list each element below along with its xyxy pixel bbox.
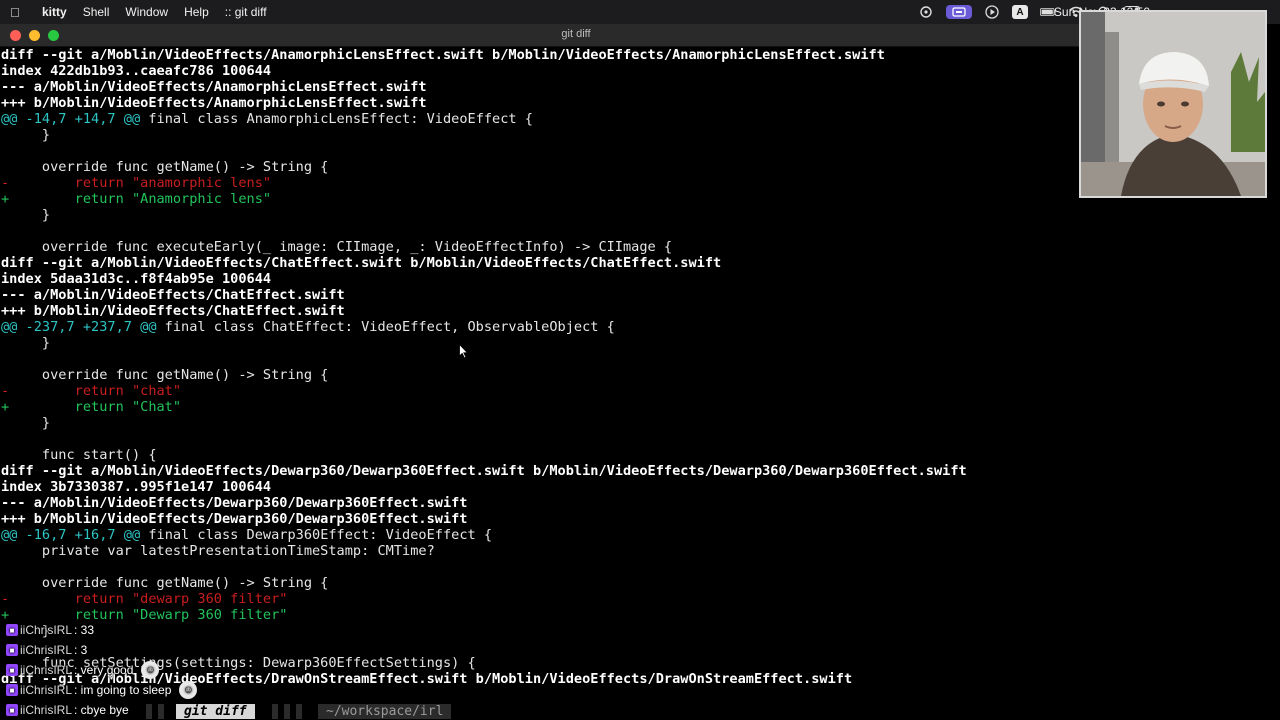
diff-context-line: override func getName() -> String {	[1, 575, 329, 591]
status-separator	[296, 704, 302, 719]
chat-text: : 3	[74, 643, 88, 657]
chat-message: ■ iiChrisIRL: cbye bye	[6, 700, 226, 720]
status-separator	[272, 704, 278, 719]
diff-hunk-header: @@ -16,7 +16,7 @@ final class Dewarp360E…	[0, 527, 1152, 543]
diff-removed-line: - return "anamorphic lens"	[1, 175, 272, 191]
diff-added-line: + return "Chat"	[1, 399, 182, 415]
diff-context-line	[0, 223, 1152, 239]
hunk-range: @@ -14,7 +14,7 @@	[1, 111, 141, 127]
diff-context-line: }	[1, 415, 51, 431]
play-icon[interactable]	[984, 5, 1000, 19]
terminal-output[interactable]: diff --git a/Moblin/VideoEffects/Anamorp…	[0, 47, 1152, 703]
diff-context-line: private var latestPresentationTimeStamp:…	[1, 543, 435, 559]
chat-message: ■ iiChrisIRL: very good ☺	[6, 660, 226, 680]
diff-context-line	[0, 559, 1152, 575]
diff-header-line: +++ b/Moblin/VideoEffects/AnamorphicLens…	[1, 95, 427, 111]
diff-removed-line: - return "chat"	[1, 383, 182, 399]
emote-icon: ☺	[141, 661, 160, 679]
diff-header-line: diff --git a/Moblin/VideoEffects/Anamorp…	[1, 47, 885, 63]
hunk-context: final class Dewarp360Effect: VideoEffect…	[140, 527, 493, 543]
diff-context-line: }	[1, 127, 51, 143]
menu-app-name[interactable]: kitty	[42, 5, 67, 19]
diff-header-line: diff --git a/Moblin/VideoEffects/Dewarp3…	[1, 463, 967, 479]
window-title-bar[interactable]: git diff	[0, 24, 1152, 47]
emote-icon: ☺	[179, 681, 198, 699]
status-separator	[284, 704, 290, 719]
diff-hunk-header: @@ -14,7 +14,7 @@ final class Anamorphic…	[0, 111, 1152, 127]
mouse-cursor-icon	[459, 344, 469, 359]
chat-username: iiChrisIRL	[20, 683, 73, 697]
diff-header-line: +++ b/Moblin/VideoEffects/ChatEffect.swi…	[1, 303, 345, 319]
diff-context-line: override func getName() -> String {	[1, 367, 329, 383]
diff-context-line: }	[1, 335, 51, 351]
chat-text: : very good	[74, 663, 134, 677]
webcam-person-image	[1081, 12, 1265, 196]
diff-header-line: --- a/Moblin/VideoEffects/AnamorphicLens…	[1, 79, 427, 95]
menu-window[interactable]: Window	[125, 5, 168, 19]
diff-header-line: index 5daa31d3c..f8f4ab95e 100644	[1, 271, 272, 287]
diff-context-line: override func executeEarly(_ image: CIIm…	[1, 239, 673, 255]
chat-message: ■ iiChrisIRL: im going to sleep ☺	[6, 680, 226, 700]
diff-context-line	[0, 431, 1152, 447]
diff-context-line: }	[1, 207, 51, 223]
chat-username: iiChrisIRL	[20, 643, 73, 657]
hunk-context: final class ChatEffect: VideoEffect, Obs…	[156, 319, 615, 335]
chat-username: iiChrisIRL	[20, 623, 73, 637]
chat-text: : im going to sleep	[74, 683, 172, 697]
hunk-range: @@ -16,7 +16,7 @@	[1, 527, 141, 543]
twitch-icon: ■	[6, 644, 18, 656]
tab-workspace-irl[interactable]: ~/workspace/irl	[318, 704, 452, 719]
diff-header-line: index 3b7330387..995f1e147 100644	[1, 479, 272, 495]
diff-header-line: +++ b/Moblin/VideoEffects/Dewarp360/Dewa…	[1, 511, 468, 527]
text-input-icon[interactable]: A	[1012, 5, 1028, 19]
menu-shell[interactable]: Shell	[83, 5, 110, 19]
diff-header-line: --- a/Moblin/VideoEffects/ChatEffect.swi…	[1, 287, 345, 303]
screen-record-icon[interactable]	[946, 5, 972, 19]
diff-context-line: func start() {	[1, 447, 157, 463]
webcam-overlay	[1079, 10, 1267, 198]
twitch-icon: ■	[6, 664, 18, 676]
diff-context-line: override func getName() -> String {	[1, 159, 329, 175]
chat-message: ■ iiChrisIRL: 33	[6, 620, 226, 640]
hunk-context: final class AnamorphicLensEffect: VideoE…	[140, 111, 533, 127]
twitch-icon: ■	[6, 684, 18, 696]
chat-overlay: ■ iiChrisIRL: 33 ■ iiChrisIRL: 3 ■ iiChrisIRL…	[6, 620, 226, 720]
hunk-range: @@ -237,7 +237,7 @@	[1, 319, 157, 335]
chat-username: iiChrisIRL	[20, 703, 73, 717]
twitch-icon: ■	[6, 704, 18, 716]
window-title: git diff	[561, 28, 591, 40]
chat-text: : 33	[74, 623, 95, 637]
diff-header-line: --- a/Moblin/VideoEffects/Dewarp360/Dewa…	[1, 495, 468, 511]
chat-text: : cbye bye	[74, 703, 129, 717]
diff-header-line: diff --git a/Moblin/VideoEffects/ChatEff…	[1, 255, 722, 271]
apple-menu-icon[interactable]: 	[10, 5, 28, 20]
diff-added-line: + return "Anamorphic lens"	[1, 191, 272, 207]
controller-icon[interactable]	[918, 5, 934, 19]
diff-removed-line: - return "dewarp 360 filter"	[1, 591, 288, 607]
chat-message: ■ iiChrisIRL: 3	[6, 640, 226, 660]
twitch-icon: ■	[6, 624, 18, 636]
chat-username: iiChrisIRL	[20, 663, 73, 677]
diff-context-line	[0, 351, 1152, 367]
menu-active-title[interactable]: :: git diff	[225, 5, 267, 19]
diff-context-line	[0, 143, 1152, 159]
diff-header-line: index 422db1b93..caeafc786 100644	[1, 63, 272, 79]
diff-hunk-header: @@ -237,7 +237,7 @@ final class ChatEffe…	[0, 319, 1152, 335]
menu-help[interactable]: Help	[184, 5, 209, 19]
